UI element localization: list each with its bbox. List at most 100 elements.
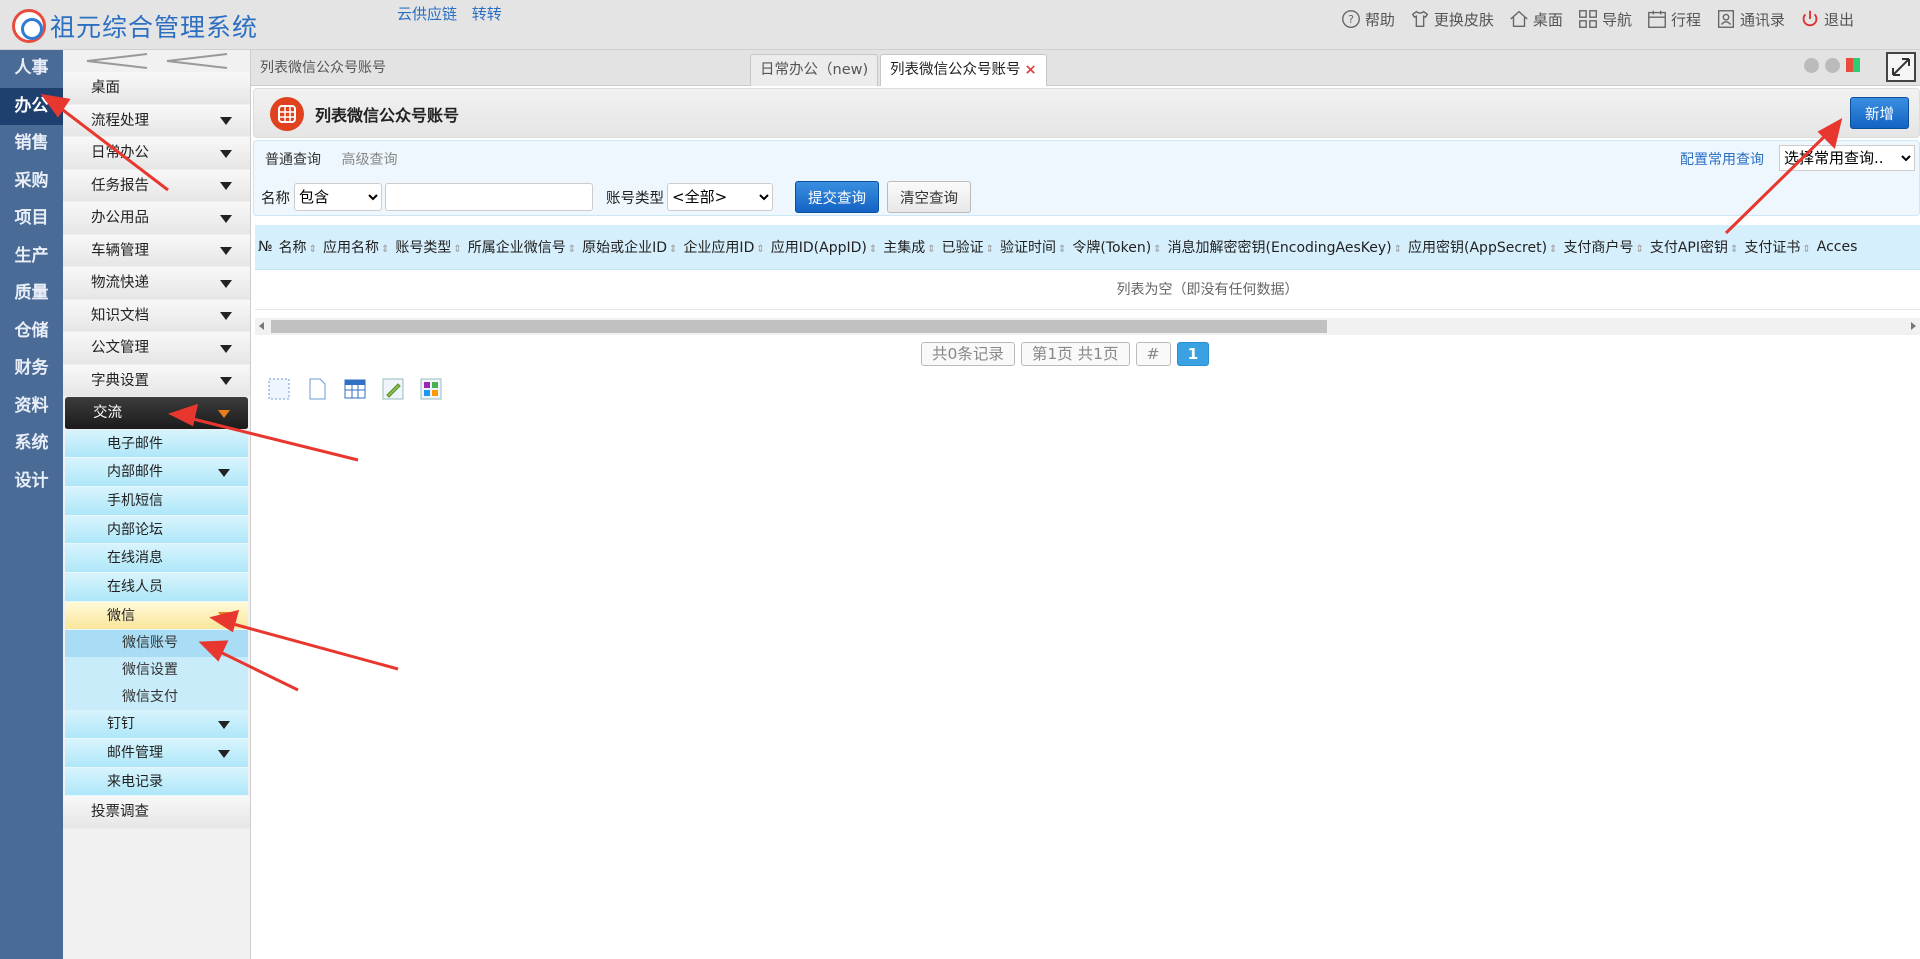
sort-icon[interactable]: ⇕ (756, 244, 764, 255)
sort-icon[interactable]: ⇕ (669, 244, 677, 255)
column-header[interactable]: 原始或企业ID ⇕ (582, 237, 677, 257)
sort-icon[interactable]: ⇕ (927, 244, 935, 255)
clear-query-button[interactable]: 清空查询 (887, 181, 971, 213)
column-header[interactable]: 支付商户号 ⇕ (1563, 237, 1643, 257)
module-design[interactable]: 设计 (0, 463, 63, 501)
column-header[interactable]: 企业应用ID ⇕ (683, 237, 764, 257)
column-header[interactable]: 应用名称 ⇕ (323, 237, 389, 257)
sort-icon[interactable]: ⇕ (309, 244, 317, 255)
column-header[interactable]: № (258, 239, 273, 255)
sort-icon[interactable]: ⇕ (568, 244, 576, 255)
app-logo[interactable]: 祖元综合管理系统 (12, 8, 258, 44)
help-button[interactable]: ? 帮助 (1340, 8, 1395, 30)
menu-sub-wechat[interactable]: 微信 (65, 601, 248, 631)
tab-prev-icon[interactable] (1804, 58, 1819, 73)
column-header[interactable]: 消息加解密密钥(EncodingAesKey) ⇕ (1168, 237, 1402, 257)
account-type-select[interactable]: <全部> (667, 183, 773, 211)
column-header[interactable]: 令牌(Token) ⇕ (1072, 237, 1161, 257)
menu-sub-wechat-settings[interactable]: 微信设置 (65, 657, 248, 684)
module-project[interactable]: 项目 (0, 200, 63, 238)
menu-sub-wechat-account[interactable]: 微信账号 (65, 630, 248, 657)
table-icon[interactable] (343, 377, 367, 401)
menu-item-exchange[interactable]: 交流 (65, 397, 248, 430)
menu-item-logistics[interactable]: 物流快递 (63, 267, 250, 300)
menu-sub-internal-mail[interactable]: 内部邮件 (65, 458, 248, 487)
navigation-button[interactable]: 导航 (1577, 8, 1632, 30)
column-header[interactable]: 主集成 ⇕ (883, 237, 935, 257)
column-header[interactable]: 应用ID(AppID) ⇕ (771, 237, 877, 257)
menu-sub-forum[interactable]: 内部论坛 (65, 515, 248, 545)
tab-wechat-accounts[interactable]: 列表微信公众号账号 × (880, 54, 1047, 86)
tab-normal-query[interactable]: 普通查询 (265, 152, 321, 168)
menu-item-office-supplies[interactable]: 办公用品 (63, 202, 250, 235)
menu-sub-mail-management[interactable]: 邮件管理 (65, 739, 248, 768)
module-warehouse[interactable]: 仓储 (0, 313, 63, 351)
column-header[interactable]: 支付API密钥 ⇕ (1650, 237, 1739, 257)
tab-daily-office[interactable]: 日常办公（new) (750, 54, 879, 86)
sort-icon[interactable]: ⇕ (453, 244, 461, 255)
submit-query-button[interactable]: 提交查询 (795, 181, 879, 213)
scroll-left-icon[interactable] (259, 322, 264, 330)
module-system[interactable]: 系统 (0, 425, 63, 463)
top-link-transfer[interactable]: 转转 (472, 5, 502, 23)
sort-icon[interactable]: ⇕ (986, 244, 994, 255)
top-link-supply-chain[interactable]: 云供应链 (397, 5, 457, 23)
sort-icon[interactable]: ⇕ (1549, 244, 1557, 255)
module-office[interactable]: 办公 (0, 87, 63, 125)
column-header[interactable]: 验证时间 ⇕ (1000, 237, 1066, 257)
column-header[interactable]: Acces (1817, 239, 1858, 255)
menu-sub-online-users[interactable]: 在线人员 (65, 572, 248, 602)
module-materials[interactable]: 资料 (0, 388, 63, 426)
menu-sub-wechat-pay[interactable]: 微信支付 (65, 683, 248, 711)
column-header[interactable]: 所属企业微信号 ⇕ (468, 237, 576, 257)
page-1-button[interactable]: 1 (1176, 342, 1210, 366)
config-common-query-link[interactable]: 配置常用查询 (1680, 149, 1764, 169)
contacts-button[interactable]: 通讯录 (1715, 8, 1785, 30)
menu-item-vehicles[interactable]: 车辆管理 (63, 234, 250, 267)
close-tab-icon[interactable]: × (1025, 62, 1037, 78)
module-finance[interactable]: 财务 (0, 350, 63, 388)
sort-icon[interactable]: ⇕ (869, 244, 877, 255)
sort-icon[interactable]: ⇕ (1730, 244, 1738, 255)
menu-sub-email[interactable]: 电子邮件 (65, 429, 248, 459)
menu-item-documents[interactable]: 公文管理 (63, 332, 250, 365)
change-skin-button[interactable]: 更换皮肤 (1409, 8, 1494, 30)
common-query-select[interactable]: 选择常用查询.. (1779, 145, 1915, 171)
menu-sub-call-records[interactable]: 来电记录 (65, 767, 248, 797)
edit-icon[interactable] (381, 377, 405, 401)
select-grid-icon[interactable] (267, 377, 291, 401)
document-icon[interactable] (305, 377, 329, 401)
menu-item-desktop[interactable]: 桌面 (63, 72, 250, 105)
menu-item-workflow[interactable]: 流程处理 (63, 104, 250, 137)
module-quality[interactable]: 质量 (0, 275, 63, 313)
sort-icon[interactable]: ⇕ (381, 244, 389, 255)
menu-item-knowledge[interactable]: 知识文档 (63, 299, 250, 332)
logout-button[interactable]: 退出 (1799, 8, 1854, 30)
sort-icon[interactable]: ⇕ (1802, 244, 1810, 255)
sort-icon[interactable]: ⇕ (1394, 244, 1402, 255)
menu-item-dictionary[interactable]: 字典设置 (63, 364, 250, 397)
scroll-thumb[interactable] (271, 320, 1327, 333)
menu-sub-online-messages[interactable]: 在线消息 (65, 544, 248, 573)
puzzle-icon[interactable] (419, 377, 443, 401)
desktop-button[interactable]: 桌面 (1508, 8, 1563, 30)
menu-item-task-report[interactable]: 任务报告 (63, 169, 250, 202)
name-operator-select[interactable]: 包含 (294, 183, 382, 211)
column-header[interactable]: 账号类型 ⇕ (395, 237, 461, 257)
module-purchase[interactable]: 采购 (0, 163, 63, 201)
name-input[interactable] (385, 183, 593, 211)
module-hr[interactable]: 人事 (0, 50, 63, 88)
page-jump-button[interactable]: # (1135, 342, 1171, 366)
menu-sub-dingtalk[interactable]: 钉钉 (65, 710, 248, 740)
menu-item-daily-office[interactable]: 日常办公 (63, 137, 250, 170)
tab-menu-icon[interactable] (1846, 58, 1860, 72)
sort-icon[interactable]: ⇕ (1635, 244, 1643, 255)
column-header[interactable]: 应用密钥(AppSecret) ⇕ (1408, 237, 1557, 257)
tab-next-icon[interactable] (1825, 58, 1840, 73)
module-production[interactable]: 生产 (0, 238, 63, 276)
scroll-right-icon[interactable] (1911, 322, 1916, 330)
module-sales[interactable]: 销售 (0, 125, 63, 163)
sort-icon[interactable]: ⇕ (1153, 244, 1161, 255)
tab-advanced-query[interactable]: 高级查询 (341, 152, 397, 168)
column-header[interactable]: 支付证书 ⇕ (1744, 237, 1810, 257)
